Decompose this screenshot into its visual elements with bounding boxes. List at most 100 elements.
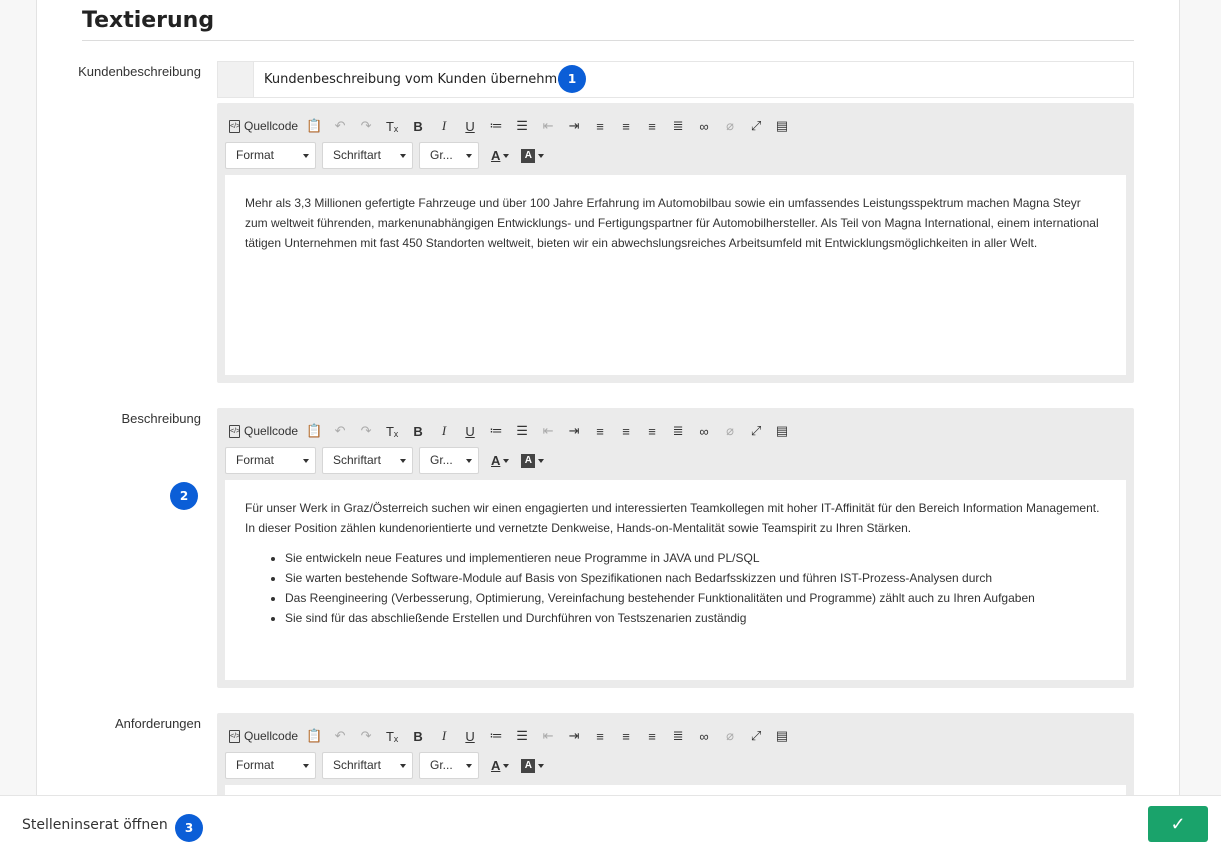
undo-icon[interactable]: ↶ [330,726,350,746]
show-blocks-icon[interactable]: ▤ [772,726,792,746]
editor-toolbar-row2: Format Schriftart Gr... A A [225,142,550,169]
underline-icon[interactable]: U [460,726,480,746]
outdent-icon[interactable]: ⇤ [538,421,558,441]
background-color-button[interactable]: A [521,148,545,163]
show-blocks-icon[interactable]: ▤ [772,116,792,136]
size-dropdown[interactable]: Gr... [419,142,479,169]
chevron-down-icon [503,763,510,768]
bulleted-list-icon[interactable]: ☰ [512,726,532,746]
background-color-button[interactable]: A [521,758,545,773]
unlink-icon[interactable]: ⌀ [720,726,740,746]
indent-icon[interactable]: ⇥ [564,726,584,746]
link-icon[interactable]: ∞ [694,726,714,746]
remove-format-icon[interactable]: Tₓ [382,116,402,136]
chevron-down-icon [303,154,309,158]
undo-icon[interactable]: ↶ [330,421,350,441]
background-color-icon: A [521,453,536,468]
redo-icon[interactable]: ↷ [356,116,376,136]
align-left-icon[interactable]: ≡ [590,421,610,441]
format-dropdown[interactable]: Format [225,752,316,779]
format-dropdown[interactable]: Format [225,142,316,169]
redo-icon[interactable]: ↷ [356,421,376,441]
numbered-list-icon[interactable]: ≔ [486,116,506,136]
bulleted-list-icon[interactable]: ☰ [512,421,532,441]
paste-text-icon[interactable]: 📋 [304,726,324,746]
link-icon[interactable]: ∞ [694,116,714,136]
align-center-icon[interactable]: ≡ [616,116,636,136]
indent-icon[interactable]: ⇥ [564,421,584,441]
requirements-label: Anforderungen [114,716,201,731]
paste-text-icon[interactable]: 📋 [304,116,324,136]
link-icon[interactable]: ∞ [694,421,714,441]
list-item: Sie warten bestehende Software-Module au… [285,568,1106,588]
save-button[interactable]: ✓ [1148,806,1208,842]
open-job-ad-link[interactable]: Stelleninserat öffnen [22,817,168,833]
align-right-icon[interactable]: ≡ [642,116,662,136]
undo-icon[interactable]: ↶ [330,116,350,136]
step-badge-3: 3 [175,814,203,842]
bold-icon[interactable]: B [408,116,428,136]
text-color-button[interactable]: A [491,148,510,163]
background-color-button[interactable]: A [521,453,545,468]
outdent-icon[interactable]: ⇤ [538,116,558,136]
align-left-icon[interactable]: ≡ [590,726,610,746]
customer-description-text-area[interactable]: Mehr als 3,3 Millionen gefertigte Fahrze… [225,175,1126,375]
maximize-icon[interactable]: ⤢ [746,726,766,746]
maximize-icon[interactable]: ⤢ [746,116,766,136]
source-button[interactable]: </> Quellcode [229,726,298,746]
font-dropdown[interactable]: Schriftart [322,142,413,169]
italic-icon[interactable]: I [434,421,454,441]
font-dropdown-label: Schriftart [333,453,382,467]
text-color-icon: A [491,453,501,468]
chevron-down-icon [466,459,472,463]
size-dropdown[interactable]: Gr... [419,447,479,474]
align-center-icon[interactable]: ≡ [616,421,636,441]
remove-format-icon[interactable]: Tₓ [382,726,402,746]
align-right-icon[interactable]: ≡ [642,726,662,746]
justify-icon[interactable]: ≣ [668,421,688,441]
numbered-list-icon[interactable]: ≔ [486,726,506,746]
font-dropdown[interactable]: Schriftart [322,447,413,474]
indent-icon[interactable]: ⇥ [564,116,584,136]
chevron-down-icon [400,459,406,463]
font-dropdown[interactable]: Schriftart [322,752,413,779]
align-center-icon[interactable]: ≡ [616,726,636,746]
justify-icon[interactable]: ≣ [668,116,688,136]
description-label: Beschreibung [121,411,202,426]
bold-icon[interactable]: B [408,421,428,441]
format-dropdown[interactable]: Format [225,447,316,474]
adopt-customer-description-checkbox-row[interactable]: Kundenbeschreibung vom Kunden übernehmen [217,61,1134,98]
size-dropdown-label: Gr... [430,758,453,772]
description-text-area[interactable]: Für unser Werk in Graz/Österreich suchen… [225,480,1126,680]
remove-format-icon[interactable]: Tₓ [382,421,402,441]
bullet-list: Sie entwickeln neue Features und impleme… [285,548,1106,628]
bold-icon[interactable]: B [408,726,428,746]
unlink-icon[interactable]: ⌀ [720,421,740,441]
list-item: Sie sind für das abschließende Erstellen… [285,608,1106,628]
source-button[interactable]: </> Quellcode [229,421,298,441]
source-button[interactable]: </> Quellcode [229,116,298,136]
bulleted-list-icon[interactable]: ☰ [512,116,532,136]
outdent-icon[interactable]: ⇤ [538,726,558,746]
show-blocks-icon[interactable]: ▤ [772,421,792,441]
justify-icon[interactable]: ≣ [668,726,688,746]
italic-icon[interactable]: I [434,116,454,136]
unlink-icon[interactable]: ⌀ [720,116,740,136]
align-left-icon[interactable]: ≡ [590,116,610,136]
editor-toolbar: </> Quellcode 📋 ↶ ↷ Tₓ B I U ≔ ☰ ⇤ ⇥ ≡ ≡ ≡ ≣ ∞ ⌀ ⤢ ▤ [229,420,798,442]
size-dropdown[interactable]: Gr... [419,752,479,779]
align-right-icon[interactable]: ≡ [642,421,662,441]
chevron-down-icon [303,459,309,463]
redo-icon[interactable]: ↷ [356,726,376,746]
text-color-button[interactable]: A [491,453,510,468]
maximize-icon[interactable]: ⤢ [746,421,766,441]
italic-icon[interactable]: I [434,726,454,746]
customer-description-editor: </> Quellcode 📋 ↶ ↷ Tₓ B I U ≔ ☰ ⇤ ⇥ ≡ ≡ ≡ ≣ ∞ ⌀ ⤢ ▤ Format Sc… [217,103,1134,383]
text-color-icon: A [491,148,501,163]
underline-icon[interactable]: U [460,421,480,441]
underline-icon[interactable]: U [460,116,480,136]
text-color-button[interactable]: A [491,758,510,773]
numbered-list-icon[interactable]: ≔ [486,421,506,441]
paste-text-icon[interactable]: 📋 [304,421,324,441]
adopt-customer-description-checkbox[interactable] [218,62,254,97]
